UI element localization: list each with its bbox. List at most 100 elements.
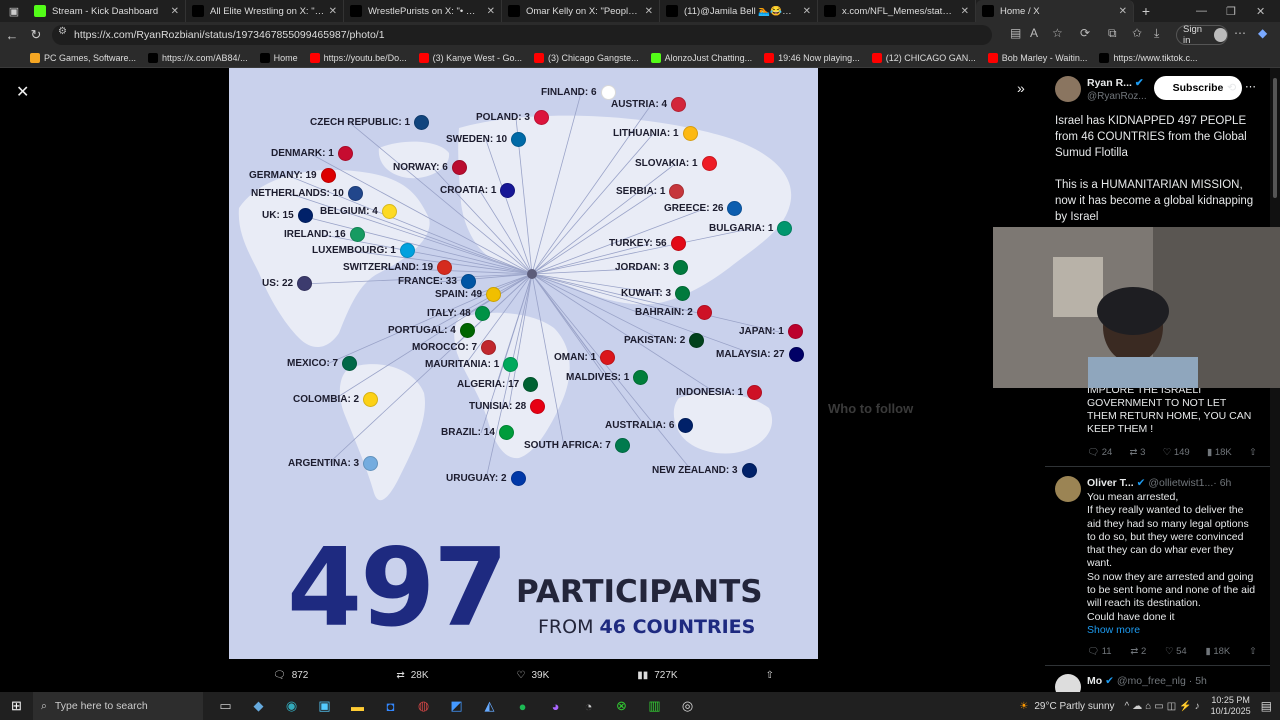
photo-viewer: ✕ » Who to follow FINLAND: 6 AUSTRIA: 4 PO…	[0, 68, 1045, 692]
reply3-name[interactable]: Mo	[1087, 675, 1102, 687]
clock[interactable]: 10:25 PM 10/1/2025	[1211, 695, 1251, 717]
app-icon[interactable]: ◔	[572, 692, 605, 720]
bookmark-icon[interactable]: ⇧	[1249, 447, 1257, 458]
reply2-handle[interactable]: @ollietwist1...	[1148, 477, 1213, 489]
reply2-likes-button[interactable]: ♡ 54	[1165, 646, 1187, 657]
tab-close-icon[interactable]: ✕	[1119, 6, 1127, 17]
reply-button[interactable]: 🗨 872	[273, 670, 308, 681]
app-icon[interactable]: ▥	[638, 692, 671, 720]
maximize-icon[interactable]: ❐	[1226, 0, 1236, 22]
store-icon[interactable]: ▣	[308, 692, 341, 720]
close-window-icon[interactable]: ✕	[1256, 0, 1265, 22]
tab-close-icon[interactable]: ✕	[803, 6, 811, 17]
reply2-reposts-button[interactable]: ⇄ 2	[1130, 646, 1146, 657]
favorite-star-icon[interactable]: ☆	[1052, 26, 1063, 40]
favorites-icon[interactable]: ✩	[1132, 26, 1142, 40]
steam-icon[interactable]: ◭	[473, 692, 506, 720]
task-view-icon[interactable]: ▭	[209, 692, 242, 720]
repost-button[interactable]: ⇄ 28K	[396, 670, 428, 681]
country-label: AUSTRIA: 4	[611, 97, 687, 112]
author-name[interactable]: Ryan R... ✔	[1087, 77, 1144, 89]
reply-likes-button[interactable]: ♡ 149	[1163, 447, 1190, 458]
browser-tab[interactable]: Omar Kelly on X: "People on Elon ✕	[502, 0, 660, 22]
refresh-icon[interactable]: ↻	[24, 27, 48, 43]
obs-icon[interactable]: ◎	[671, 692, 704, 720]
window-menu-icon[interactable]: ▣	[0, 0, 28, 22]
reply-views-button[interactable]: ▮ 18K	[1207, 447, 1232, 458]
back-icon[interactable]: ←	[0, 28, 24, 43]
grok-icon[interactable]: ⟲	[1227, 81, 1236, 94]
tab-close-icon[interactable]: ✕	[645, 6, 653, 17]
xbox-icon[interactable]: ⊗	[605, 692, 638, 720]
outlook-icon[interactable]: ◘	[374, 692, 407, 720]
scrollbar-thumb[interactable]	[1273, 78, 1277, 198]
tab-close-icon[interactable]: ✕	[329, 6, 337, 17]
bookmark-item[interactable]: (12) CHICAGO GAN...	[871, 52, 976, 63]
spotify-icon[interactable]: ●	[506, 692, 539, 720]
site-info-icon[interactable]: ⚙	[58, 26, 67, 37]
more-options-icon[interactable]: ⋯	[1245, 80, 1256, 93]
extensions-icon[interactable]: ⟳	[1080, 26, 1090, 40]
like-button[interactable]: ♡ 39K	[517, 670, 550, 681]
app-icon[interactable]: ◍	[407, 692, 440, 720]
reply-replies-button[interactable]: 🗨 24	[1087, 447, 1112, 458]
bookmark-item[interactable]: (3) Chicago Gangste...	[534, 52, 639, 63]
app-icon[interactable]: ◩	[440, 692, 473, 720]
country-label: SPAIN: 49	[435, 287, 502, 302]
browser-tab[interactable]: All Elite Wrestling on X: "That's m ✕	[186, 0, 344, 22]
file-explorer-icon[interactable]: ▬	[341, 692, 374, 720]
bookmark-item[interactable]: PC Games, Software...	[30, 52, 136, 63]
tab-close-icon[interactable]: ✕	[961, 6, 969, 17]
copilot-taskbar-icon[interactable]: ◆	[242, 692, 275, 720]
author-avatar[interactable]	[1055, 76, 1081, 102]
reply3-handle[interactable]: @mo_free_nlg	[1117, 675, 1186, 687]
reader-icon[interactable]: ▤	[1010, 26, 1021, 40]
discord-icon[interactable]: ◕	[539, 692, 572, 720]
reply3-avatar[interactable]	[1055, 674, 1081, 692]
more-menu-icon[interactable]: ⋯	[1234, 26, 1246, 40]
reply2-avatar[interactable]	[1055, 476, 1081, 502]
reply2-time: · 6h	[1213, 477, 1232, 489]
participant-total: 497	[287, 526, 508, 651]
bookmark-item[interactable]: 19:46 Now playing...	[764, 52, 860, 63]
minimize-icon[interactable]: —	[1196, 0, 1207, 22]
show-more-link[interactable]: Show more	[1087, 624, 1140, 636]
new-tab-icon[interactable]: +	[1134, 3, 1158, 19]
browser-tab[interactable]: (11)@Jamila Bell 🏊😂😂😂😂 ✕	[660, 0, 818, 22]
system-tray-icons[interactable]: ^☁⌂▭◫⚡♪	[1125, 701, 1203, 712]
bookmark-item[interactable]: AlonzoJust Chatting...	[650, 52, 752, 63]
reply2-replies-button[interactable]: 🗨 11	[1087, 646, 1112, 657]
notifications-icon[interactable]: ▤	[1261, 699, 1272, 713]
close-photo-icon[interactable]: ✕	[16, 82, 29, 102]
author-handle[interactable]: @RyanRoz...	[1087, 91, 1147, 102]
downloads-icon[interactable]: ⤓	[1154, 26, 1159, 41]
tab-close-icon[interactable]: ✕	[171, 6, 179, 17]
sign-in-button[interactable]: Sign in	[1176, 24, 1228, 46]
reply2-bookmark-icon[interactable]: ⇧	[1249, 646, 1257, 657]
infographic-image[interactable]: FINLAND: 6 AUSTRIA: 4 POLAND: 3 CZECH REPUB…	[229, 68, 818, 659]
edge-icon[interactable]: ◉	[275, 692, 308, 720]
read-aloud-icon[interactable]: A	[1030, 26, 1038, 40]
browser-tab[interactable]: Home / X ✕	[976, 0, 1134, 22]
url-input[interactable]: https://x.com/RyanRozbiani/status/197346…	[52, 25, 992, 45]
taskbar-search[interactable]: ⌕ Type here to search	[33, 692, 203, 720]
share-button[interactable]: ⇧	[766, 670, 774, 681]
bookmark-item[interactable]: https://x.com/AB84/...	[148, 52, 248, 63]
bookmark-item[interactable]: Home	[259, 52, 298, 63]
start-icon[interactable]: ⊞	[0, 692, 33, 720]
split-icon[interactable]: ⧉	[1108, 26, 1117, 41]
bookmark-item[interactable]: https://www.tiktok.c...	[1099, 52, 1197, 63]
reply2-name[interactable]: Oliver T...	[1087, 477, 1134, 489]
browser-tab[interactable]: Stream - Kick Dashboard ✕	[28, 0, 186, 22]
bookmark-item[interactable]: (3) Kanye West - Go...	[418, 52, 522, 63]
browser-tab[interactable]: x.com/NFL_Memes/status/19730 ✕	[818, 0, 976, 22]
weather-widget[interactable]: ☀ 29°C Partly sunny	[1019, 701, 1114, 712]
bookmark-item[interactable]: https://youtu.be/Do...	[309, 52, 407, 63]
browser-tab[interactable]: WrestlePurists on X: "• March 21s ✕	[344, 0, 502, 22]
bookmark-item[interactable]: Bob Marley - Waitin...	[987, 52, 1087, 63]
reply2-views-button[interactable]: ▮ 18K	[1205, 646, 1230, 657]
tab-close-icon[interactable]: ✕	[487, 6, 495, 17]
copilot-icon[interactable]: ◆	[1258, 26, 1267, 40]
reply-reposts-button[interactable]: ⇄ 3	[1130, 447, 1146, 458]
views-button[interactable]: ▮▮ 727K	[637, 670, 677, 681]
